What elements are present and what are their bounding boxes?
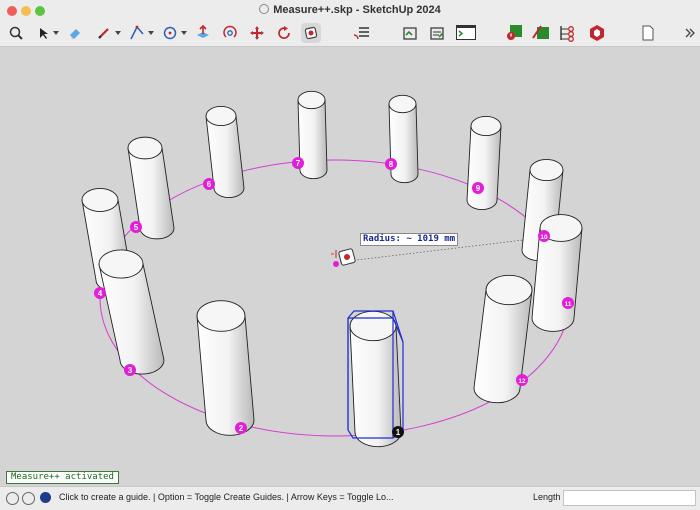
- marker-label: 7: [296, 159, 301, 168]
- tool-status-message: Measure++ activated: [6, 471, 119, 484]
- marker-label: 3: [128, 366, 133, 375]
- network-icon[interactable]: [558, 23, 578, 43]
- measure-cursor-icon: [331, 248, 356, 267]
- chevron-down-icon[interactable]: [115, 31, 121, 35]
- eraser-icon[interactable]: [65, 23, 85, 43]
- geo-location-icon[interactable]: [6, 492, 19, 505]
- marker-10[interactable]: 10: [538, 230, 550, 242]
- extension-icon[interactable]: [400, 23, 420, 43]
- marker-label: 10: [540, 234, 548, 241]
- chevron-down-icon[interactable]: [53, 31, 59, 35]
- length-input[interactable]: [563, 490, 696, 506]
- window-title: Measure++.skp - SketchUp 2024: [0, 4, 700, 16]
- marker-label: 9: [476, 184, 481, 193]
- document-icon[interactable]: [638, 23, 658, 43]
- marker-3[interactable]: 3: [124, 364, 136, 376]
- overflow-chevron-icon[interactable]: [680, 23, 700, 43]
- report-icon[interactable]: [427, 23, 447, 43]
- push-pull-icon[interactable]: [193, 23, 213, 43]
- terminal-icon[interactable]: [454, 23, 478, 43]
- pencil-icon[interactable]: [94, 23, 114, 43]
- credits-icon[interactable]: [22, 492, 35, 505]
- marker-12[interactable]: 12: [516, 374, 528, 386]
- marker-label: 8: [389, 160, 394, 169]
- marker-8[interactable]: 8: [385, 158, 397, 170]
- title-bar: Measure++.skp - SketchUp 2024: [0, 0, 700, 20]
- outliner-icon[interactable]: [352, 23, 372, 43]
- circle-tool-icon[interactable]: [160, 23, 180, 43]
- orbit-icon[interactable]: [220, 23, 240, 43]
- marker-5[interactable]: 5: [130, 221, 142, 233]
- cylinder[interactable]: [466, 115, 502, 210]
- marker-7[interactable]: 7: [292, 157, 304, 169]
- marker-4[interactable]: 4: [94, 287, 106, 299]
- radius-tooltip: Radius: ~ 1019 mm: [360, 233, 459, 246]
- marker-label: 12: [518, 378, 526, 385]
- rotate-icon[interactable]: [274, 23, 294, 43]
- marker-2[interactable]: 2: [235, 422, 247, 434]
- cylinder[interactable]: [98, 249, 165, 375]
- marker-label: 11: [565, 301, 572, 308]
- main-toolbar: [0, 20, 700, 47]
- cylinder[interactable]: [196, 300, 255, 436]
- model-viewport[interactable]: 1 2 3 4 5 6 7 8 9 10 11 12 Radius: ~ 1019 mm: [0, 47, 700, 486]
- ruby-icon[interactable]: [587, 23, 607, 43]
- marker-9[interactable]: 9: [472, 182, 484, 194]
- document-proxy-icon: [259, 4, 270, 14]
- measure-plus-icon[interactable]: [301, 23, 321, 43]
- marker-label: 2: [239, 424, 244, 433]
- error-check-icon[interactable]: [504, 23, 524, 43]
- status-bar: Click to create a guide. | Option = Togg…: [0, 486, 700, 510]
- cylinder[interactable]: [388, 94, 419, 184]
- chevron-down-icon[interactable]: [181, 31, 187, 35]
- profile-icon[interactable]: [40, 492, 51, 503]
- marker-label: 1: [396, 428, 401, 437]
- marker-11[interactable]: 11: [562, 297, 574, 309]
- status-hint: Click to create a guide. | Option = Togg…: [59, 492, 394, 502]
- search-icon[interactable]: [6, 23, 26, 43]
- cylinder-group: [81, 90, 583, 448]
- length-label: Length: [533, 492, 561, 502]
- move-icon[interactable]: [247, 23, 267, 43]
- component-icon[interactable]: [531, 23, 551, 43]
- marker-label: 4: [98, 289, 103, 298]
- select-arrow-icon[interactable]: [33, 23, 53, 43]
- marker-label: 6: [207, 180, 212, 189]
- marker-6[interactable]: 6: [203, 178, 215, 190]
- marker-label: 5: [134, 223, 139, 232]
- marker-1[interactable]: 1: [392, 426, 404, 438]
- chevron-down-icon[interactable]: [148, 31, 154, 35]
- polygon-icon[interactable]: [127, 23, 147, 43]
